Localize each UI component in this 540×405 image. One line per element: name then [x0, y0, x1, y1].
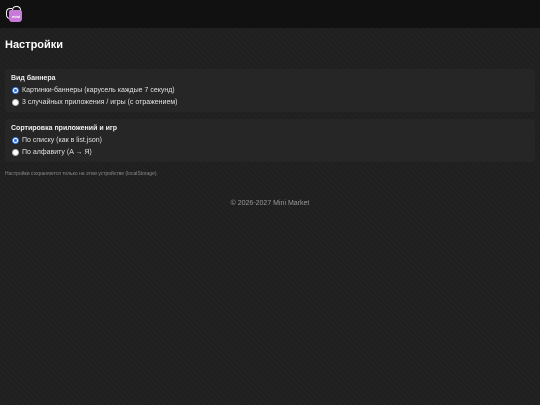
storage-note: Настройки сохраняются только на этом уст…	[5, 171, 158, 177]
banner-option-images[interactable]: Картинки-баннеры (карусель каждые 7 секу…	[12, 87, 175, 94]
radio-button[interactable]	[12, 149, 19, 156]
sort-section-title: Сортировка приложений и игр	[11, 125, 118, 132]
footer-copyright: © 2026-2027 Mini Market	[230, 200, 310, 207]
logo-mark-text: mini	[12, 14, 21, 19]
page-title: Настройки	[5, 39, 64, 51]
banner-section-title: Вид баннера	[11, 75, 56, 82]
sort-settings-card: Сортировка приложений и игр По списку (к…	[5, 119, 535, 162]
radio-button-checked[interactable]	[12, 87, 19, 94]
sort-option-list-label: По списку (как в list.json)	[22, 137, 102, 144]
top-bar: mini	[0, 0, 540, 28]
banner-settings-card: Вид баннера Картинки-баннеры (карусель к…	[5, 69, 535, 112]
sort-option-alphabet-label: По алфавиту (A → Я)	[22, 149, 92, 156]
sort-option-alphabet[interactable]: По алфавиту (A → Я)	[12, 149, 92, 156]
radio-button-checked[interactable]	[12, 137, 19, 144]
settings-page: mini Настройки Вид баннера Картинки-банн…	[0, 0, 540, 405]
banner-option-random-apps[interactable]: 3 случайных приложения / игры (с отражен…	[12, 99, 178, 106]
banner-option-images-label: Картинки-баннеры (карусель каждые 7 секу…	[22, 87, 175, 94]
radio-button[interactable]	[12, 99, 19, 106]
sort-option-list[interactable]: По списку (как в list.json)	[12, 137, 102, 144]
banner-option-random-apps-label: 3 случайных приложения / игры (с отражен…	[22, 99, 178, 106]
shopping-bag-logo-icon[interactable]: mini	[6, 5, 24, 23]
